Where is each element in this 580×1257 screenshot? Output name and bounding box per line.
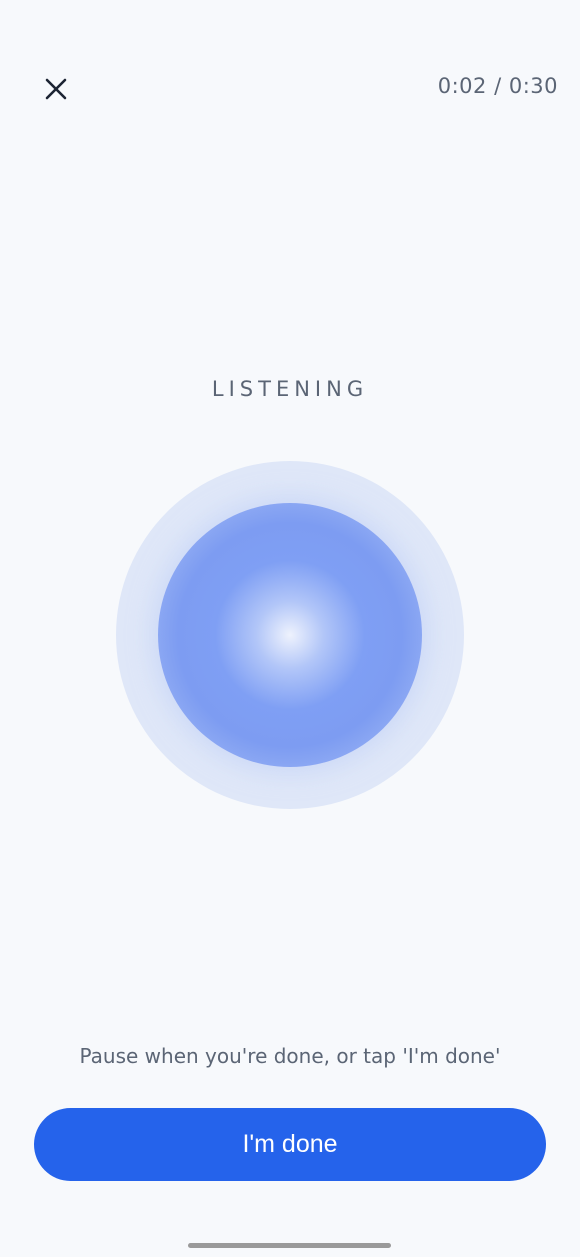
recording-timer: 0:02 / 0:30 [437, 74, 558, 98]
close-button[interactable] [36, 69, 76, 109]
listening-orb [158, 503, 422, 767]
voice-recording-screen: 0:02 / 0:30 LISTENING Pause when you're … [0, 0, 580, 1257]
home-indicator[interactable] [188, 1243, 391, 1248]
close-icon [45, 78, 67, 100]
hint-text: Pause when you're done, or tap 'I'm done… [79, 1044, 501, 1068]
done-button[interactable]: I'm done [34, 1108, 546, 1181]
status-label: LISTENING [211, 377, 369, 401]
